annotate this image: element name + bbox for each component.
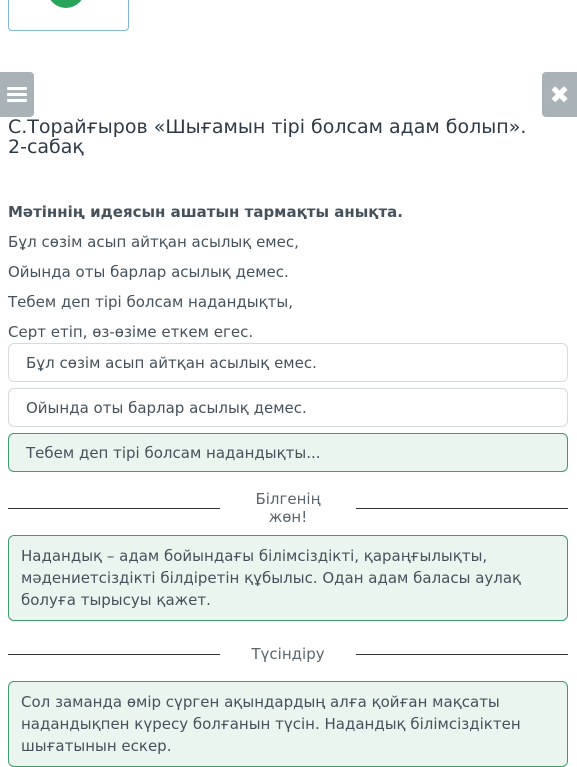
poem-line: Серт етіп, өз-өзіме еткем егес. bbox=[8, 323, 254, 341]
answer-option-selected[interactable]: Тебем деп тірі болсам надандықты... bbox=[8, 433, 568, 472]
question-text: Мәтіннің идеясын ашатын тармақты анықта. bbox=[8, 203, 403, 221]
page-title: С.Торайғыров «Шығамын тірі болсам адам б… bbox=[8, 116, 527, 158]
explanation-box: Сол заманда өмір сүрген ақындардың алға … bbox=[8, 681, 568, 767]
poem-line: Ойында оты барлар асылық демес. bbox=[8, 263, 289, 281]
poem-line: Бұл сөзім асып айтқан асылық емес, bbox=[8, 233, 299, 251]
answer-option-label: Бұл сөзім асып айтқан асылық емес. bbox=[26, 353, 317, 372]
explanation-divider: Түсіндіру bbox=[8, 644, 568, 664]
divider-line bbox=[8, 653, 220, 655]
explanation-heading: Түсіндіру bbox=[251, 645, 325, 663]
divider-line bbox=[356, 507, 568, 509]
answer-option-label: Тебем деп тірі болсам надандықты... bbox=[26, 443, 321, 462]
knowledge-divider: Білгенің жөн! bbox=[8, 490, 568, 526]
answer-option[interactable]: Бұл сөзім асып айтқан асылық емес. bbox=[8, 343, 568, 382]
explanation-text: Сол заманда өмір сүрген ақындардың алға … bbox=[21, 693, 521, 755]
divider-line bbox=[356, 653, 568, 655]
answer-option-label: Ойында оты барлар асылық демес. bbox=[26, 398, 307, 417]
knowledge-heading: Білгенің жөн! bbox=[255, 490, 321, 526]
close-icon: ✖ bbox=[549, 80, 570, 109]
answer-option[interactable]: Ойында оты барлар асылық демес. bbox=[8, 388, 568, 427]
close-button[interactable]: ✖ bbox=[542, 72, 577, 117]
knowledge-box: Надандық – адам бойындағы білімсіздікті,… bbox=[8, 535, 568, 621]
menu-icon bbox=[7, 84, 27, 105]
knowledge-text: Надандық – адам бойындағы білімсіздікті,… bbox=[21, 547, 522, 609]
poem-line: Тебем деп тірі болсам надандықты, bbox=[8, 293, 294, 311]
menu-button[interactable] bbox=[0, 72, 34, 117]
divider-line bbox=[8, 507, 220, 509]
